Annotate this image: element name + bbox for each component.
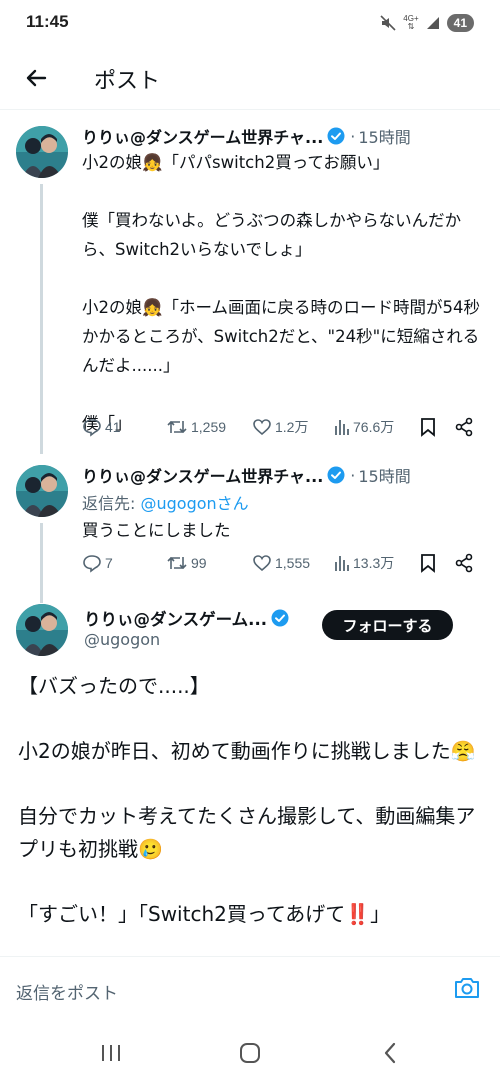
share-icon — [455, 553, 473, 573]
camera-icon — [455, 978, 479, 998]
post-header: りりぃ@ダンスゲーム... — [84, 606, 294, 630]
reply-to-label: 返信先: — [82, 494, 141, 513]
dot-separator: · — [350, 465, 356, 485]
home-icon — [240, 1043, 260, 1063]
bookmark-icon — [421, 418, 435, 437]
heart-icon — [253, 419, 271, 436]
page-title: ポスト — [94, 69, 161, 94]
network-arrows-icon: ⇅ — [407, 22, 415, 31]
camera-button[interactable] — [452, 973, 482, 1003]
bookmark-button[interactable] — [420, 553, 436, 573]
reply-icon — [83, 419, 101, 437]
reply-to: 返信先: @ugogonさん — [82, 490, 249, 514]
network-indicator: 4G+ ⇅ — [403, 15, 418, 31]
verified-badge-icon — [271, 609, 289, 627]
post-text: 買うことにしました — [82, 521, 231, 540]
status-time: 11:45 — [26, 12, 69, 31]
thread-line — [40, 523, 43, 603]
repost-icon — [167, 556, 187, 570]
author-name[interactable]: りりぃ@ダンスゲーム世界チャ... — [82, 124, 323, 148]
dot-separator: · — [350, 126, 356, 146]
avatar[interactable] — [16, 604, 68, 656]
home-button[interactable] — [235, 1038, 265, 1068]
mute-icon — [380, 15, 396, 31]
share-button[interactable] — [454, 417, 474, 437]
thread-post-1[interactable]: りりぃ@ダンスゲーム世界チャ... · 15時間 小2の娘👧「パパswitch2… — [0, 112, 500, 457]
reply-button[interactable]: 41 — [82, 417, 121, 437]
reply-composer[interactable]: 返信をポスト — [0, 956, 500, 1018]
avatar[interactable] — [16, 126, 68, 178]
main-post[interactable]: りりぃ@ダンスゲーム... @ugogon フォローする 【バズったので....… — [0, 592, 500, 956]
views-button[interactable]: 13.3万 — [334, 553, 394, 573]
author-name[interactable]: りりぃ@ダンスゲーム世界チャ... — [82, 463, 323, 487]
repost-button[interactable]: 1,259 — [166, 417, 226, 437]
heart-icon — [253, 555, 271, 572]
reply-input[interactable]: 返信をポスト — [16, 979, 118, 1004]
status-icons: 4G+ ⇅ 41 — [380, 12, 474, 34]
system-nav-bar — [0, 1018, 500, 1083]
post-time[interactable]: 15時間 — [358, 124, 410, 148]
app-header: ポスト — [0, 46, 500, 110]
reply-to-handle[interactable]: @ugogonさん — [140, 494, 248, 513]
author-name[interactable]: りりぃ@ダンスゲーム... — [84, 606, 267, 630]
post-header: りりぃ@ダンスゲーム世界チャ... · 15時間 — [82, 124, 411, 148]
like-count: 1,555 — [275, 555, 311, 571]
arrow-left-icon — [26, 69, 47, 87]
share-icon — [455, 417, 473, 437]
bookmark-icon — [421, 554, 435, 573]
views-button[interactable]: 76.6万 — [334, 417, 394, 437]
share-button[interactable] — [454, 553, 474, 573]
repost-icon — [167, 420, 187, 434]
follow-button[interactable]: フォローする — [322, 610, 453, 640]
post-actions: 41 1,259 1.2万 76.6万 — [82, 417, 478, 441]
reply-icon — [83, 555, 101, 573]
post-text: 【バズったので.....】 小2の娘が昨日、初めて動画作りに挑戦しました😤 自分… — [18, 674, 476, 926]
back-icon — [384, 1042, 396, 1064]
like-count: 1.2万 — [275, 419, 309, 435]
view-count: 76.6万 — [353, 419, 395, 435]
like-button[interactable]: 1,555 — [252, 553, 310, 573]
verified-badge-icon — [327, 466, 345, 484]
post-header: りりぃ@ダンスゲーム世界チャ... · 15時間 — [82, 463, 411, 487]
bookmark-button[interactable] — [420, 417, 436, 437]
thread-post-2[interactable]: りりぃ@ダンスゲーム世界チャ... · 15時間 返信先: @ugogonさん … — [0, 457, 500, 603]
repost-count: 1,259 — [191, 419, 227, 435]
back-button[interactable] — [18, 60, 54, 96]
repost-count: 99 — [191, 555, 207, 571]
reply-count: 7 — [105, 555, 113, 571]
post-text: 小2の娘👧「パパswitch2買ってお願い」 僕「買わないよ。どうぶつの森しかや… — [82, 153, 481, 433]
verified-badge-icon — [327, 127, 345, 145]
like-button[interactable]: 1.2万 — [252, 417, 308, 437]
thread-line — [40, 184, 43, 454]
recent-apps-icon — [102, 1045, 120, 1061]
repost-button[interactable]: 99 — [166, 553, 207, 573]
reply-count: 41 — [105, 419, 121, 435]
recent-apps-button[interactable] — [96, 1038, 126, 1068]
avatar[interactable] — [16, 465, 68, 517]
post-time[interactable]: 15時間 — [358, 463, 410, 487]
signal-icon — [426, 17, 439, 29]
system-back-button[interactable] — [375, 1038, 405, 1068]
reply-button[interactable]: 7 — [82, 553, 113, 573]
author-handle[interactable]: @ugogon — [84, 630, 160, 649]
analytics-icon — [335, 556, 349, 571]
post-actions: 7 99 1,555 13.3万 — [82, 553, 478, 577]
view-count: 13.3万 — [353, 555, 395, 571]
battery-icon: 41 — [446, 14, 474, 32]
status-bar: 11:45 4G+ ⇅ 41 — [0, 0, 500, 46]
analytics-icon — [335, 420, 349, 435]
